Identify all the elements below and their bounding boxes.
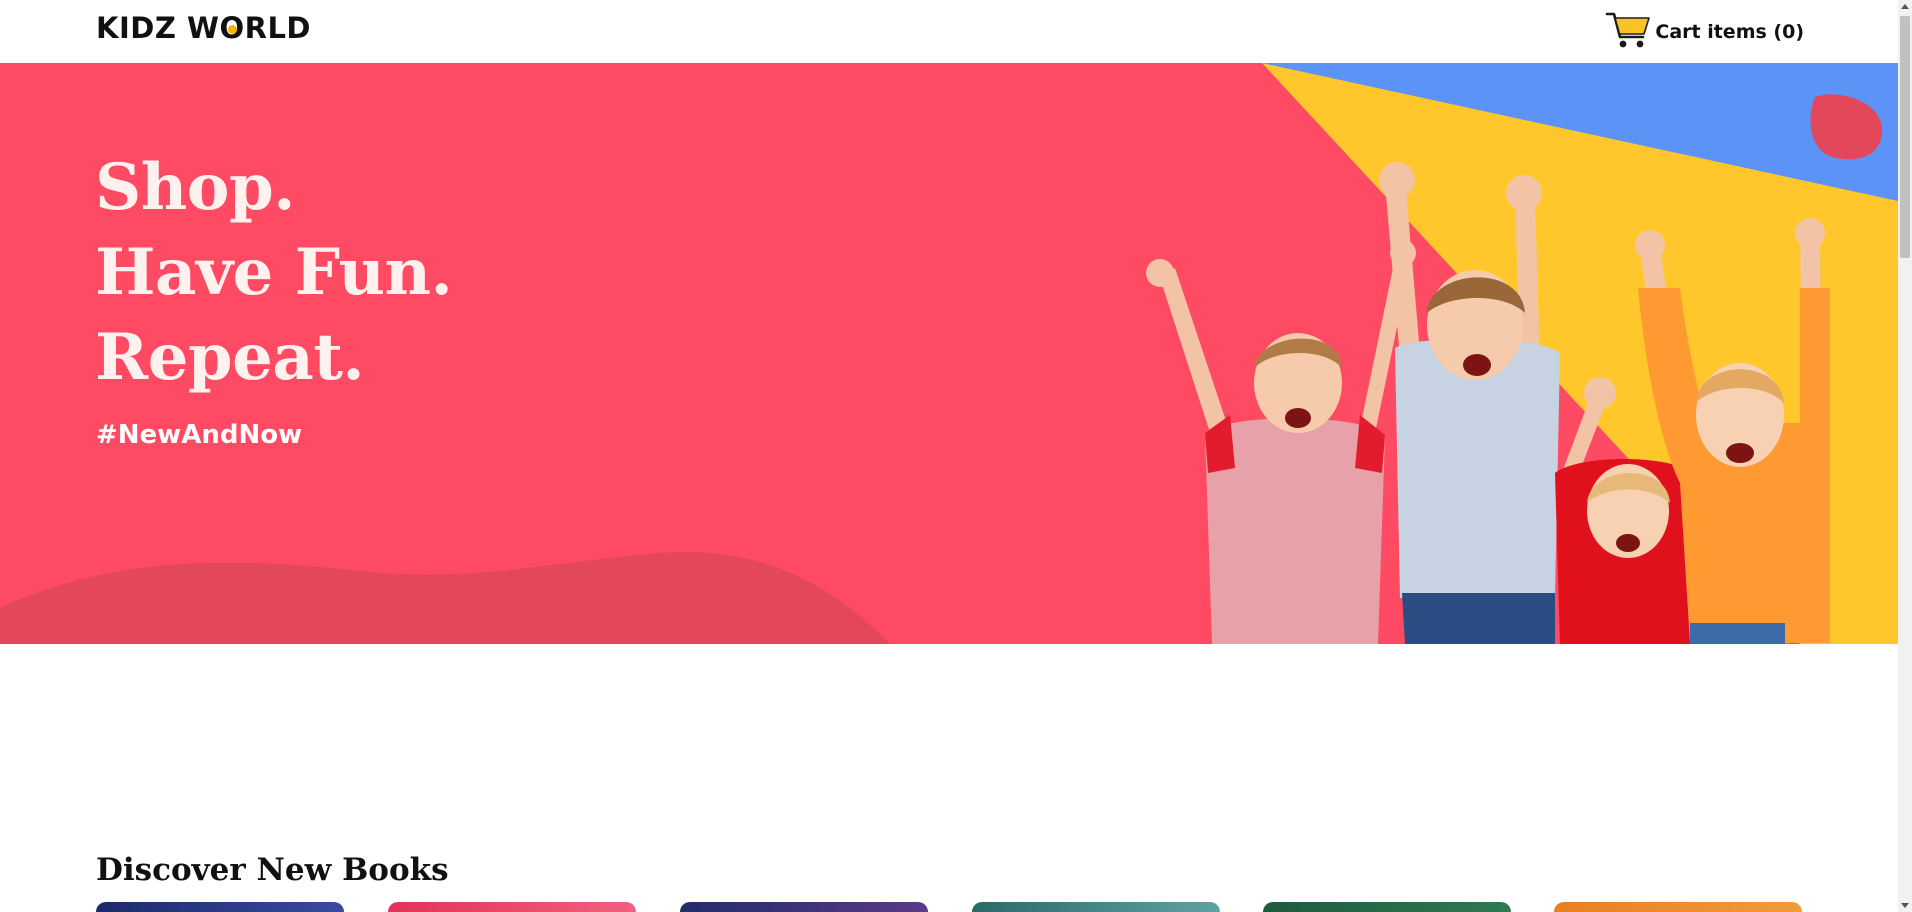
book-card[interactable]: [972, 902, 1220, 912]
hero-line-shop: Shop.: [95, 150, 295, 225]
logo-text-o: O: [219, 11, 245, 45]
hero-line-have-fun: Have Fun.: [95, 235, 453, 310]
hero-wave-shape: [0, 551, 890, 644]
logo-text-end: RLD: [244, 11, 311, 45]
page-scrollbar[interactable]: [1898, 0, 1912, 912]
site-header: KIDZ WORLD Cart items (0): [0, 0, 1898, 63]
cart-button[interactable]: Cart items (0): [1605, 12, 1804, 52]
hero-headline: Shop. Have Fun. Repeat.: [95, 145, 453, 400]
scrollbar-thumb[interactable]: [1900, 16, 1910, 258]
scroll-down-arrow-icon[interactable]: [1901, 903, 1909, 908]
book-card[interactable]: [96, 902, 344, 912]
book-card[interactable]: [1554, 902, 1802, 912]
cart-items-label: Cart items (0): [1655, 21, 1804, 43]
hero-hashtag: #NewAndNow: [96, 420, 303, 450]
book-card[interactable]: [1263, 902, 1511, 912]
site-logo[interactable]: KIDZ WORLD: [96, 11, 311, 45]
shopping-cart-icon: [1605, 10, 1651, 55]
book-card[interactable]: [388, 902, 636, 912]
scroll-up-arrow-icon[interactable]: [1901, 4, 1909, 9]
discover-books-title: Discover New Books: [96, 852, 449, 888]
logo-text-start: KIDZ W: [96, 11, 220, 45]
hero-line-repeat: Repeat.: [95, 320, 365, 395]
book-card[interactable]: [680, 902, 928, 912]
hero-banner: Shop. Have Fun. Repeat. #NewAndNow: [0, 63, 1898, 644]
